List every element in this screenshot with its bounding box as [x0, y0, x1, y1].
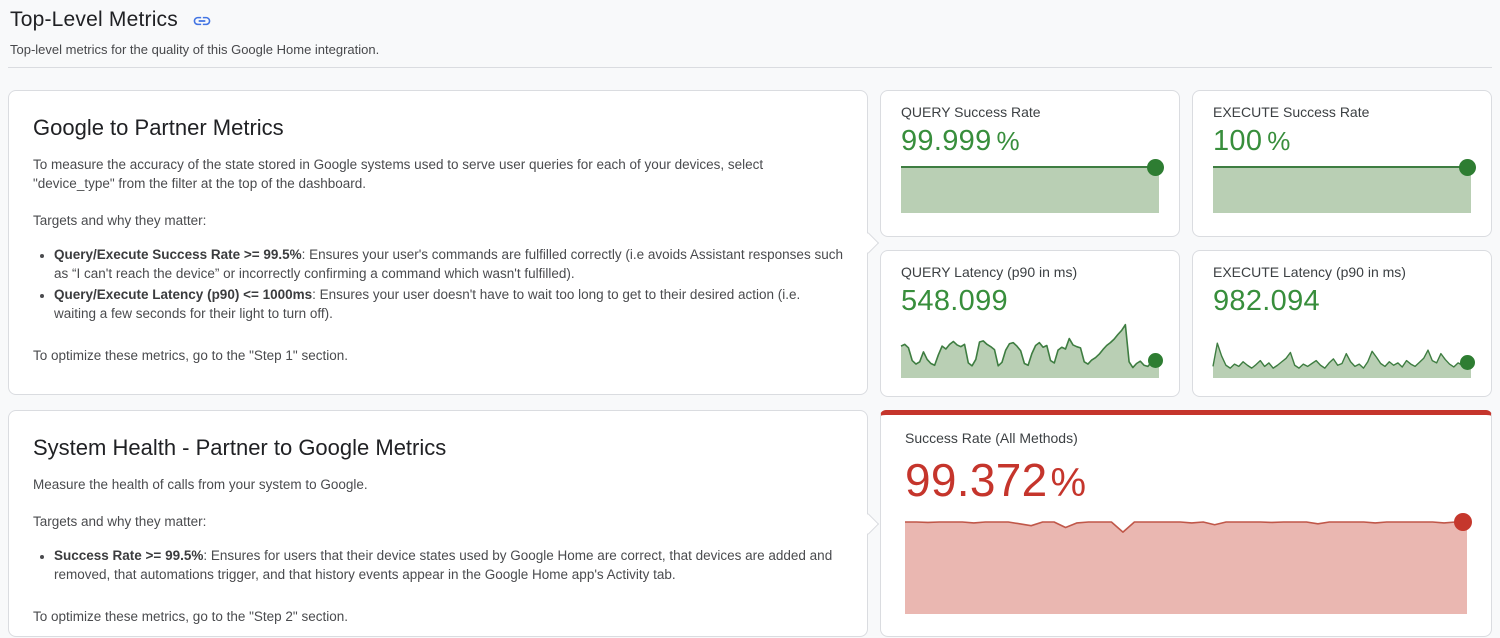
- metric-card-query-latency[interactable]: QUERY Latency (p90 in ms) 548.099: [880, 250, 1180, 397]
- metric-unit: %: [1051, 461, 1087, 506]
- target-item: Query/Execute Latency (p90) <= 1000ms: E…: [54, 285, 843, 323]
- callout-arrow: [857, 232, 878, 253]
- metrics-column: QUERY Success Rate 99.999% EXECUTE Succe…: [880, 90, 1492, 637]
- metric-grid: QUERY Success Rate 99.999% EXECUTE Succe…: [880, 90, 1492, 397]
- target-item: Query/Execute Success Rate >= 99.5%: Ens…: [54, 245, 843, 283]
- page-header: Top-Level Metrics Top-level metrics for …: [8, 0, 1492, 57]
- card-intro-text: Measure the health of calls from your sy…: [33, 475, 843, 494]
- metric-number: 99.999: [901, 125, 992, 158]
- card-title: Google to Partner Metrics: [33, 115, 843, 141]
- metric-label: EXECUTE Success Rate: [1213, 104, 1471, 120]
- anchor-link-icon[interactable]: [192, 11, 212, 31]
- sparkline-chart: [901, 320, 1159, 378]
- targets-list: Query/Execute Success Rate >= 99.5%: Ens…: [33, 245, 843, 323]
- metric-number: 982.094: [1213, 285, 1320, 318]
- sparkline-current-dot: [1454, 513, 1472, 531]
- metric-card-query-success-rate[interactable]: QUERY Success Rate 99.999%: [880, 90, 1180, 237]
- card-intro-text: To measure the accuracy of the state sto…: [33, 155, 843, 193]
- sparkline-chart: [901, 167, 1159, 213]
- metrics-dashboard: Top-Level Metrics Top-level metrics for …: [0, 0, 1500, 637]
- sparkline-current-dot: [1459, 159, 1476, 176]
- card-title: System Health - Partner to Google Metric…: [33, 435, 843, 461]
- metric-unit: %: [1267, 126, 1290, 157]
- metric-value: 548.099: [901, 285, 1159, 318]
- metric-unit: %: [997, 126, 1020, 157]
- metric-label: Success Rate (All Methods): [905, 430, 1467, 446]
- callout-arrow: [857, 513, 878, 534]
- metric-card-execute-success-rate[interactable]: EXECUTE Success Rate 100%: [1192, 90, 1492, 237]
- metric-label: EXECUTE Latency (p90 in ms): [1213, 264, 1471, 280]
- targets-label: Targets and why they matter:: [33, 512, 843, 531]
- metric-value: 99.372%: [905, 453, 1467, 507]
- card-system-health-metrics: System Health - Partner to Google Metric…: [8, 410, 868, 637]
- targets-list: Success Rate >= 99.5%: Ensures for users…: [33, 546, 843, 584]
- targets-label: Targets and why they matter:: [33, 211, 843, 230]
- metric-label: QUERY Success Rate: [901, 104, 1159, 120]
- metric-value: 100%: [1213, 125, 1471, 158]
- sparkline-chart: [1213, 320, 1471, 378]
- metric-number: 99.372: [905, 453, 1048, 507]
- card-google-to-partner-metrics: Google to Partner Metrics To measure the…: [8, 90, 868, 395]
- metric-value: 99.999%: [901, 125, 1159, 158]
- metric-card-success-rate-all-methods[interactable]: Success Rate (All Methods) 99.372%: [880, 410, 1492, 637]
- page-title: Top-Level Metrics: [10, 8, 178, 32]
- description-column: Google to Partner Metrics To measure the…: [8, 90, 868, 637]
- dashboard-body: Google to Partner Metrics To measure the…: [8, 90, 1492, 637]
- target-name: Query/Execute Success Rate >= 99.5%: [54, 247, 302, 262]
- sparkline-current-dot: [1147, 159, 1164, 176]
- target-name: Success Rate >= 99.5%: [54, 548, 203, 563]
- metric-number: 100: [1213, 125, 1262, 158]
- metric-value: 982.094: [1213, 285, 1471, 318]
- metric-number: 548.099: [901, 285, 1008, 318]
- sparkline-chart: [1213, 167, 1471, 213]
- optimize-hint: To optimize these metrics, go to the "St…: [33, 607, 843, 626]
- page-subtitle: Top-level metrics for the quality of thi…: [8, 42, 1492, 57]
- sparkline-chart: [905, 522, 1467, 614]
- metric-card-execute-latency[interactable]: EXECUTE Latency (p90 in ms) 982.094: [1192, 250, 1492, 397]
- target-item: Success Rate >= 99.5%: Ensures for users…: [54, 546, 843, 584]
- sparkline-current-dot: [1148, 353, 1163, 368]
- optimize-hint: To optimize these metrics, go to the "St…: [33, 346, 843, 365]
- sparkline-current-dot: [1460, 355, 1475, 370]
- metric-label: QUERY Latency (p90 in ms): [901, 264, 1159, 280]
- target-name: Query/Execute Latency (p90) <= 1000ms: [54, 287, 312, 302]
- header-divider: [8, 67, 1492, 68]
